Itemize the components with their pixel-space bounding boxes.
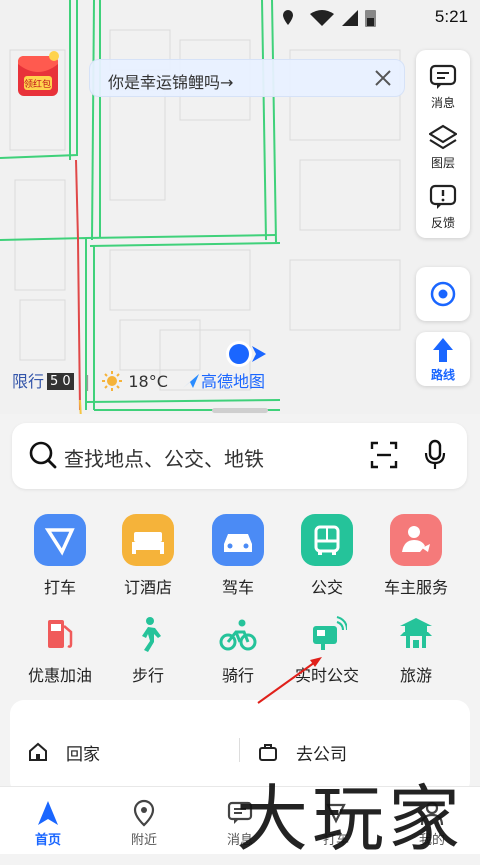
sun-icon: [102, 371, 123, 391]
tab-label: 打车: [322, 833, 349, 848]
layers-icon: [429, 124, 457, 150]
tab-label: 消息: [226, 833, 253, 848]
status-bar: 5:21: [0, 0, 480, 34]
realtime-bus-icon: [307, 614, 348, 654]
service-realtime-bus[interactable]: 实时公交: [283, 614, 371, 686]
tab-nearby[interactable]: 附近: [96, 787, 192, 854]
fuel-pump-icon: [40, 614, 80, 654]
service-car-owner[interactable]: 车主服务: [372, 514, 460, 598]
red-packet-icon: [18, 51, 59, 96]
service-walk[interactable]: 步行: [104, 614, 192, 686]
restriction-label: 限行: [12, 372, 45, 391]
service-hotel[interactable]: 订酒店: [104, 514, 192, 598]
service-label: 驾车: [221, 578, 254, 597]
amap-logo-icon: [183, 374, 199, 388]
feedback-icon: [429, 184, 457, 209]
go-home-label: 回家: [66, 745, 100, 765]
search-input[interactable]: 查找地点、公交、地铁: [64, 443, 264, 472]
restriction-value: 5 0: [47, 373, 74, 390]
service-label: 步行: [131, 666, 164, 685]
message-icon: [429, 64, 457, 89]
service-label: 公交: [310, 578, 343, 597]
promo-banner-text: 你是幸运锦鲤吗→: [108, 73, 234, 92]
car-owner-icon: [390, 514, 442, 566]
clock: 5:21: [434, 7, 468, 26]
map-view[interactable]: 5:21 领红包 你是幸运锦鲤吗→ 消息 图层 反馈 路线 限行 5 0 | 1…: [0, 0, 480, 440]
quick-address-card: 回家 去公司: [10, 700, 470, 795]
red-packet-label: 领红包: [24, 80, 52, 90]
layers-label: 图层: [430, 156, 455, 170]
service-label: 车主服务: [383, 578, 448, 597]
search-bar[interactable]: 查找地点、公交、地铁: [12, 423, 467, 489]
service-fuel[interactable]: 优惠加油: [16, 614, 104, 686]
bicycle-icon: [218, 614, 258, 654]
promo-banner[interactable]: 你是幸运锦鲤吗→: [89, 59, 405, 97]
map-logo-text: 高德地图: [201, 372, 266, 391]
map-info-bar: 限行 5 0 | 18°C 高德地图: [12, 368, 265, 392]
service-label: 骑行: [221, 666, 254, 685]
scan-icon[interactable]: [370, 441, 398, 469]
temperature: 18°C: [128, 372, 168, 391]
layers-button[interactable]: 图层: [416, 114, 470, 174]
hotel-bed-icon: [122, 514, 174, 566]
service-label: 实时公交: [294, 666, 359, 685]
route-button[interactable]: 路线: [416, 332, 470, 386]
chat-icon: [227, 801, 253, 824]
location-pin-icon: [133, 799, 155, 827]
tab-profile[interactable]: 我的: [384, 787, 480, 854]
service-travel[interactable]: 旅游: [372, 614, 460, 686]
message-label: 消息: [430, 96, 455, 110]
route-arrow-icon: [433, 338, 453, 362]
go-work-label: 去公司: [296, 745, 347, 765]
service-label: 订酒店: [123, 578, 172, 597]
home-icon: [29, 742, 47, 761]
drag-handle[interactable]: [212, 408, 268, 413]
locate-button[interactable]: [416, 267, 470, 321]
bottom-tab-bar: 首页 附近 消息 打车 我的: [0, 786, 480, 854]
route-label: 路线: [430, 368, 455, 382]
service-label: 优惠加油: [27, 666, 92, 685]
info-divider: |: [84, 372, 91, 391]
service-label: 旅游: [399, 666, 432, 685]
user-icon: [420, 801, 444, 826]
locate-icon: [430, 281, 456, 307]
service-cycling[interactable]: 骑行: [194, 614, 282, 686]
service-bus[interactable]: 公交: [283, 514, 371, 598]
service-drive[interactable]: 驾车: [194, 514, 282, 598]
feedback-button[interactable]: 反馈: [416, 174, 470, 234]
tab-home[interactable]: 首页: [0, 787, 96, 854]
message-button[interactable]: 消息: [416, 54, 470, 114]
home-nav-arrow-icon: [38, 801, 58, 825]
address-divider: [239, 738, 240, 762]
search-icon: [29, 441, 57, 469]
taxi-tab-icon: [326, 803, 346, 824]
travel-pavilion-icon: [396, 614, 436, 654]
car-icon: [212, 514, 264, 566]
briefcase-icon: [259, 744, 277, 761]
tab-messages[interactable]: 消息: [192, 787, 288, 854]
tab-label: 首页: [34, 833, 61, 848]
tab-taxi[interactable]: 打车: [288, 787, 384, 854]
tab-label: 附近: [130, 833, 157, 848]
close-icon[interactable]: [372, 67, 394, 89]
taxi-icon: [34, 514, 86, 566]
map-side-panel: 消息 图层 反馈: [416, 50, 470, 238]
current-location-marker: [226, 341, 266, 367]
tab-label: 我的: [418, 833, 445, 848]
walk-icon: [128, 614, 168, 654]
service-taxi[interactable]: 打车: [16, 514, 104, 598]
status-icons: [283, 10, 376, 27]
microphone-icon[interactable]: [424, 439, 446, 471]
feedback-label: 反馈: [430, 216, 455, 230]
service-label: 打车: [43, 578, 76, 597]
red-packet-button[interactable]: 领红包: [14, 50, 62, 98]
bus-icon: [301, 514, 353, 566]
